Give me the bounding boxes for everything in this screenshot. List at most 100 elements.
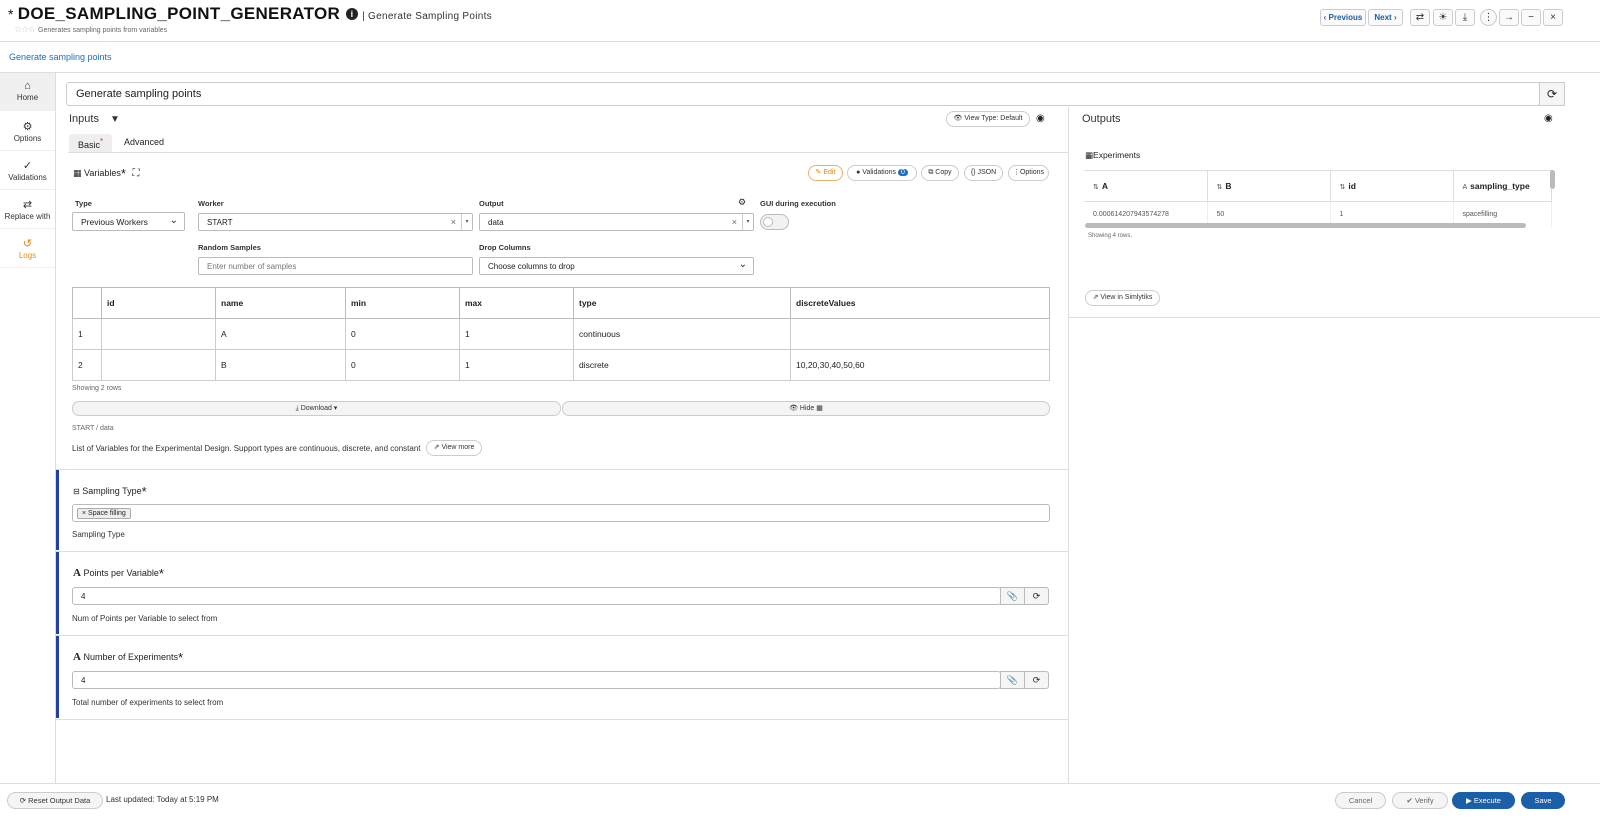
row-number: 2 — [72, 349, 102, 381]
sidebar-item-logs[interactable]: ↺ Logs — [0, 230, 55, 268]
output-rows-count: Showing 4 rows. — [1088, 233, 1133, 239]
table-cell[interactable]: 1 — [459, 349, 574, 381]
dropdown-icon[interactable]: ▾ — [461, 214, 472, 230]
gear-icon[interactable]: ⚙ — [738, 197, 746, 208]
cancel-label: Cancel — [1348, 796, 1373, 805]
drop-columns-select[interactable]: Choose columns to drop ⌄ — [479, 257, 754, 275]
column-header[interactable]: name — [215, 287, 346, 319]
clear-icon[interactable]: × — [451, 217, 456, 227]
info-icon[interactable]: i — [346, 8, 359, 20]
sampling-type-multiselect[interactable]: × Space filling — [72, 504, 1050, 522]
expand-icon[interactable]: ⛶ — [132, 168, 139, 179]
column-header[interactable]: discreteValues — [790, 287, 1050, 319]
view-type-button[interactable]: 👁 View Type: Default — [946, 111, 1030, 127]
download-icon[interactable]: ⤓ — [1455, 9, 1475, 26]
worker-label: Worker — [198, 199, 224, 208]
validations-button[interactable]: ● Validations 0 — [847, 165, 917, 181]
table-cell[interactable]: 0 — [345, 349, 460, 381]
close-icon[interactable]: × — [1543, 9, 1563, 26]
number-of-experiments-input[interactable]: 4 — [72, 671, 1001, 689]
json-button[interactable]: {} JSON — [964, 165, 1003, 181]
table-cell[interactable] — [790, 318, 1050, 350]
save-button[interactable]: Save — [1521, 792, 1565, 809]
gui-toggle[interactable] — [760, 214, 789, 230]
worker-select[interactable]: START × ▾ — [198, 213, 473, 231]
refresh-icon[interactable]: ⟳ — [1024, 587, 1049, 605]
selected-tag[interactable]: × Space filling — [77, 508, 131, 519]
tab-basic[interactable]: Basic* — [69, 134, 113, 152]
column-header[interactable]: ⇅ A — [1084, 170, 1208, 202]
more-icon[interactable]: ⋮ — [1480, 9, 1497, 26]
collapse-icon[interactable]: ⊟ — [73, 487, 80, 496]
record-icon[interactable]: ◉ — [1036, 113, 1045, 124]
required-marker: * — [158, 566, 164, 581]
copy-button[interactable]: ⧉ Copy — [921, 165, 959, 181]
sidebar-item-home[interactable]: ⌂ Home — [0, 73, 55, 111]
type-select[interactable]: Previous Workers ⌄ — [72, 212, 185, 231]
attach-icon[interactable]: 📎 — [1000, 671, 1025, 689]
swap-icon[interactable]: ⇄ — [1410, 9, 1430, 26]
record-icon[interactable]: ◉ — [1544, 113, 1553, 124]
execute-button[interactable]: ▶ Execute — [1452, 792, 1515, 809]
dropdown-icon[interactable]: ▾ — [742, 214, 753, 230]
check-circle-icon: ✔ — [1406, 796, 1413, 805]
column-header[interactable]: max — [459, 287, 574, 319]
table-cell[interactable] — [101, 318, 216, 350]
minimize-icon[interactable]: − — [1521, 9, 1541, 26]
table-cell[interactable]: continuous — [573, 318, 791, 350]
validations-count-badge: 0 — [897, 169, 908, 176]
sidebar-item-options[interactable]: ⚙ Options — [0, 113, 55, 151]
horizontal-scrollbar[interactable] — [1085, 223, 1526, 228]
cancel-button[interactable]: Cancel — [1335, 792, 1386, 809]
points-per-variable-input[interactable]: 4 — [72, 587, 1001, 605]
sidebar-item-replace[interactable]: ⇄ Replace with — [0, 191, 55, 229]
table-cell[interactable]: A — [215, 318, 346, 350]
download-button[interactable]: ⤓ Download ▾ — [72, 401, 561, 416]
verify-button[interactable]: ✔ Verify — [1392, 792, 1448, 809]
column-header[interactable]: ⇅ id — [1330, 170, 1454, 202]
rating-stars-icon[interactable]: ☆☆☆ — [14, 24, 36, 35]
random-samples-label: Random Samples — [198, 243, 261, 252]
table-cell[interactable]: discrete — [573, 349, 791, 381]
tab-advanced[interactable]: Advanced — [115, 134, 173, 152]
table-cell[interactable]: 0 — [345, 318, 460, 350]
row-number: 1 — [72, 318, 102, 350]
options-button[interactable]: ⋮Options — [1008, 165, 1049, 181]
refresh-icon[interactable]: ⟳ — [1024, 671, 1049, 689]
column-header[interactable]: Asampling_type — [1453, 170, 1552, 202]
filter-icon[interactable]: ▼ — [110, 114, 120, 125]
column-header[interactable]: min — [345, 287, 460, 319]
attach-icon[interactable]: 📎 — [1000, 587, 1025, 605]
points-help: Num of Points per Variable to select fro… — [72, 614, 218, 623]
column-header[interactable]: id — [101, 287, 216, 319]
view-more-button[interactable]: ⇗ View more — [426, 440, 482, 456]
next-button[interactable]: Next › — [1368, 9, 1403, 26]
table-icon: ▦ — [73, 168, 82, 178]
edit-button[interactable]: ✎ Edit — [808, 165, 843, 181]
column-header[interactable]: ⇅ B — [1207, 170, 1331, 202]
text-type-icon: A — [1462, 184, 1468, 191]
table-cell[interactable] — [101, 349, 216, 381]
breadcrumb[interactable]: Generate sampling points — [9, 52, 112, 62]
vertical-scrollbar[interactable] — [1550, 170, 1555, 189]
view-in-simlytiks-button[interactable]: ⇗ View in Simlytiks — [1085, 290, 1160, 306]
column-header[interactable]: type — [573, 287, 791, 319]
arrow-right-icon[interactable]: → — [1499, 9, 1519, 26]
card-accent-bar — [56, 636, 59, 718]
reset-label: Reset Output Data — [28, 796, 91, 805]
output-label: Output — [479, 199, 504, 208]
output-select[interactable]: data × ▾ — [479, 213, 754, 231]
refresh-icon[interactable]: ⟳ — [1539, 82, 1565, 106]
table-cell[interactable]: 1 — [459, 318, 574, 350]
previous-button[interactable]: ‹ Previous — [1320, 9, 1366, 26]
worker-name-input[interactable]: Generate sampling points — [66, 82, 1540, 106]
sidebar-item-validations[interactable]: ✓ Validations — [0, 152, 55, 190]
clear-icon[interactable]: × — [732, 217, 737, 227]
random-samples-input[interactable]: Enter number of samples — [198, 257, 473, 275]
required-dot: * — [100, 137, 104, 146]
table-cell[interactable]: 10,20,30,40,50,60 — [790, 349, 1050, 381]
sun-icon[interactable]: ☀ — [1433, 9, 1453, 26]
hide-table-button[interactable]: 👁 Hide ▦ — [562, 401, 1050, 416]
reset-output-button[interactable]: ⟳ Reset Output Data — [7, 792, 103, 809]
table-cell[interactable]: B — [215, 349, 346, 381]
